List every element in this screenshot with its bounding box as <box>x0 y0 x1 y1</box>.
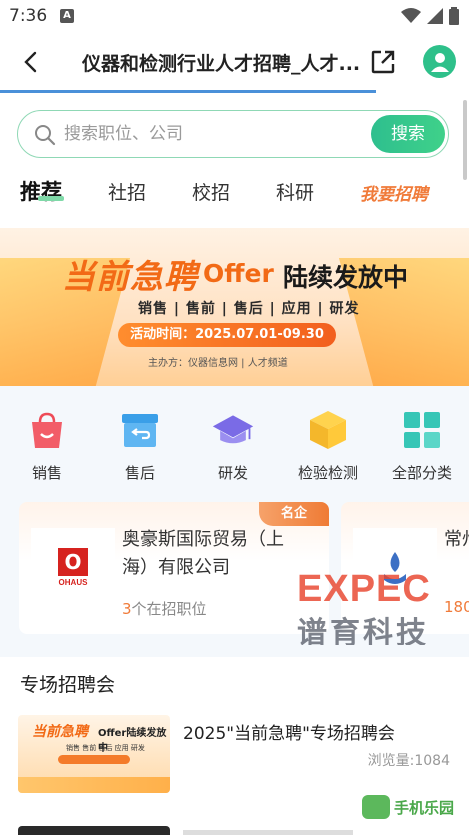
category-label: 销售 <box>31 464 62 482</box>
category-label: 研发 <box>217 464 248 482</box>
thumb-departments: 销售 售前 售后 应用 研发 <box>66 744 145 752</box>
company-name: 奥豪斯国际贸易（上海）有限公司 <box>122 529 284 578</box>
job-fair-title: 2025"当前急聘"专场招聘会 <box>183 724 395 744</box>
jobs-suffix: 个在招职位 <box>131 600 207 618</box>
open-external-button[interactable] <box>368 47 398 77</box>
site-watermark-text: 手机乐园 <box>394 798 455 817</box>
category-tabs: 推荐 社招 校招 科研 我要招聘 <box>0 172 469 212</box>
thumb-date-pill <box>58 755 130 764</box>
company-jobs: 180 <box>444 598 469 616</box>
tab-social-hiring[interactable]: 社招 <box>108 178 146 205</box>
search-input[interactable] <box>64 121 364 147</box>
search-icon <box>35 125 56 146</box>
job-fair-item[interactable]: 当前急聘 Offer陆续发放中 销售 售前 售后 应用 研发 2025"当前急聘… <box>18 715 458 795</box>
category-all[interactable]: 全部分类 <box>377 408 467 483</box>
jobs-count: 3 <box>122 600 132 618</box>
company-logo: O OHAUS <box>31 528 115 612</box>
banner-headline: 当前急聘 <box>62 257 198 296</box>
graduation-cap-icon <box>211 408 255 452</box>
post-job-link[interactable]: 我要招聘 <box>360 180 428 205</box>
signal-icon <box>427 8 443 24</box>
category-inspection[interactable]: 检验检测 <box>283 408 373 483</box>
tab-research[interactable]: 科研 <box>276 178 314 205</box>
famous-company-badge: 名企 <box>259 502 329 526</box>
chevron-left-icon <box>24 51 37 73</box>
banner-departments: 销售 | 售前 | 售后 | 应用 | 研发 <box>138 301 360 317</box>
battery-icon <box>449 7 459 25</box>
wifi-icon <box>401 8 421 23</box>
logo-text: OHAUS <box>58 578 88 587</box>
thumb-headline: 当前急聘 <box>32 724 88 740</box>
company-jobs: 3个在招职位 <box>122 598 207 619</box>
thumb-decoration <box>18 777 170 793</box>
tab-campus-hiring[interactable]: 校招 <box>192 178 230 205</box>
gamepad-icon <box>362 795 390 819</box>
user-avatar-button[interactable] <box>423 45 456 78</box>
active-tab-indicator <box>38 196 64 201</box>
banner-organizer: 主办方：仪器信息网 | 人才频道 <box>148 358 288 369</box>
category-label: 售后 <box>124 464 155 482</box>
company-card[interactable]: O OHAUS 奥豪斯国际贸易（上海）有限公司 3个在招职位 名企 <box>19 502 329 634</box>
search-bar: 搜索 <box>17 110 449 158</box>
banner-date: 活动时间：2025.07.01-09.30 <box>118 323 336 347</box>
page-title: 仪器和检测行业人才招聘_人才... <box>82 53 361 75</box>
notification-icon: A <box>60 9 74 23</box>
job-fair-thumbnail: 当前急聘 Offer陆续发放中 销售 售前 售后 应用 研发 <box>18 715 170 793</box>
jobs-count: 180 <box>444 598 469 616</box>
ohaus-logo-icon: O <box>58 548 88 576</box>
category-grid: 销售 售后 研发 检验检测 全部分类 <box>0 386 469 490</box>
promo-banner[interactable]: 当前急聘 Offer 陆续发放中 销售 | 售前 | 售后 | 应用 | 研发 … <box>0 228 469 386</box>
tab-recommended[interactable]: 推荐 <box>20 176 62 206</box>
next-job-fair-thumbnail[interactable] <box>18 826 170 835</box>
category-after-sales[interactable]: 售后 <box>95 408 185 483</box>
section-title: 专场招聘会 <box>20 674 116 696</box>
title-bar: 仪器和检测行业人才招聘_人才... <box>0 32 469 92</box>
status-bar: 7:36 A <box>0 0 469 32</box>
status-icons <box>401 7 459 25</box>
expec-watermark: EXPEC <box>297 568 431 610</box>
page-load-progress <box>0 90 376 93</box>
status-time: 7:36 <box>9 6 48 26</box>
company-name: 常州 <box>444 529 469 550</box>
category-label: 全部分类 <box>391 464 452 482</box>
banner-offer: Offer <box>203 259 274 288</box>
section-divider <box>0 645 469 657</box>
scrollbar[interactable] <box>463 100 467 180</box>
banner-subheadline: 陆续发放中 <box>283 263 409 292</box>
return-box-icon <box>118 408 162 452</box>
cube-icon <box>306 408 350 452</box>
category-rnd[interactable]: 研发 <box>188 408 278 483</box>
grid-icon <box>400 408 444 452</box>
next-job-fair-title <box>183 830 353 835</box>
user-icon <box>430 52 449 72</box>
category-sales[interactable]: 销售 <box>2 408 92 483</box>
shopping-bag-icon <box>25 408 69 452</box>
category-label: 检验检测 <box>297 464 358 482</box>
search-button[interactable]: 搜索 <box>371 115 445 153</box>
back-button[interactable] <box>14 46 46 78</box>
job-fair-views: 浏览量:1084 <box>367 753 450 769</box>
external-link-icon <box>371 50 395 74</box>
site-watermark: 手机乐园 <box>362 795 454 819</box>
